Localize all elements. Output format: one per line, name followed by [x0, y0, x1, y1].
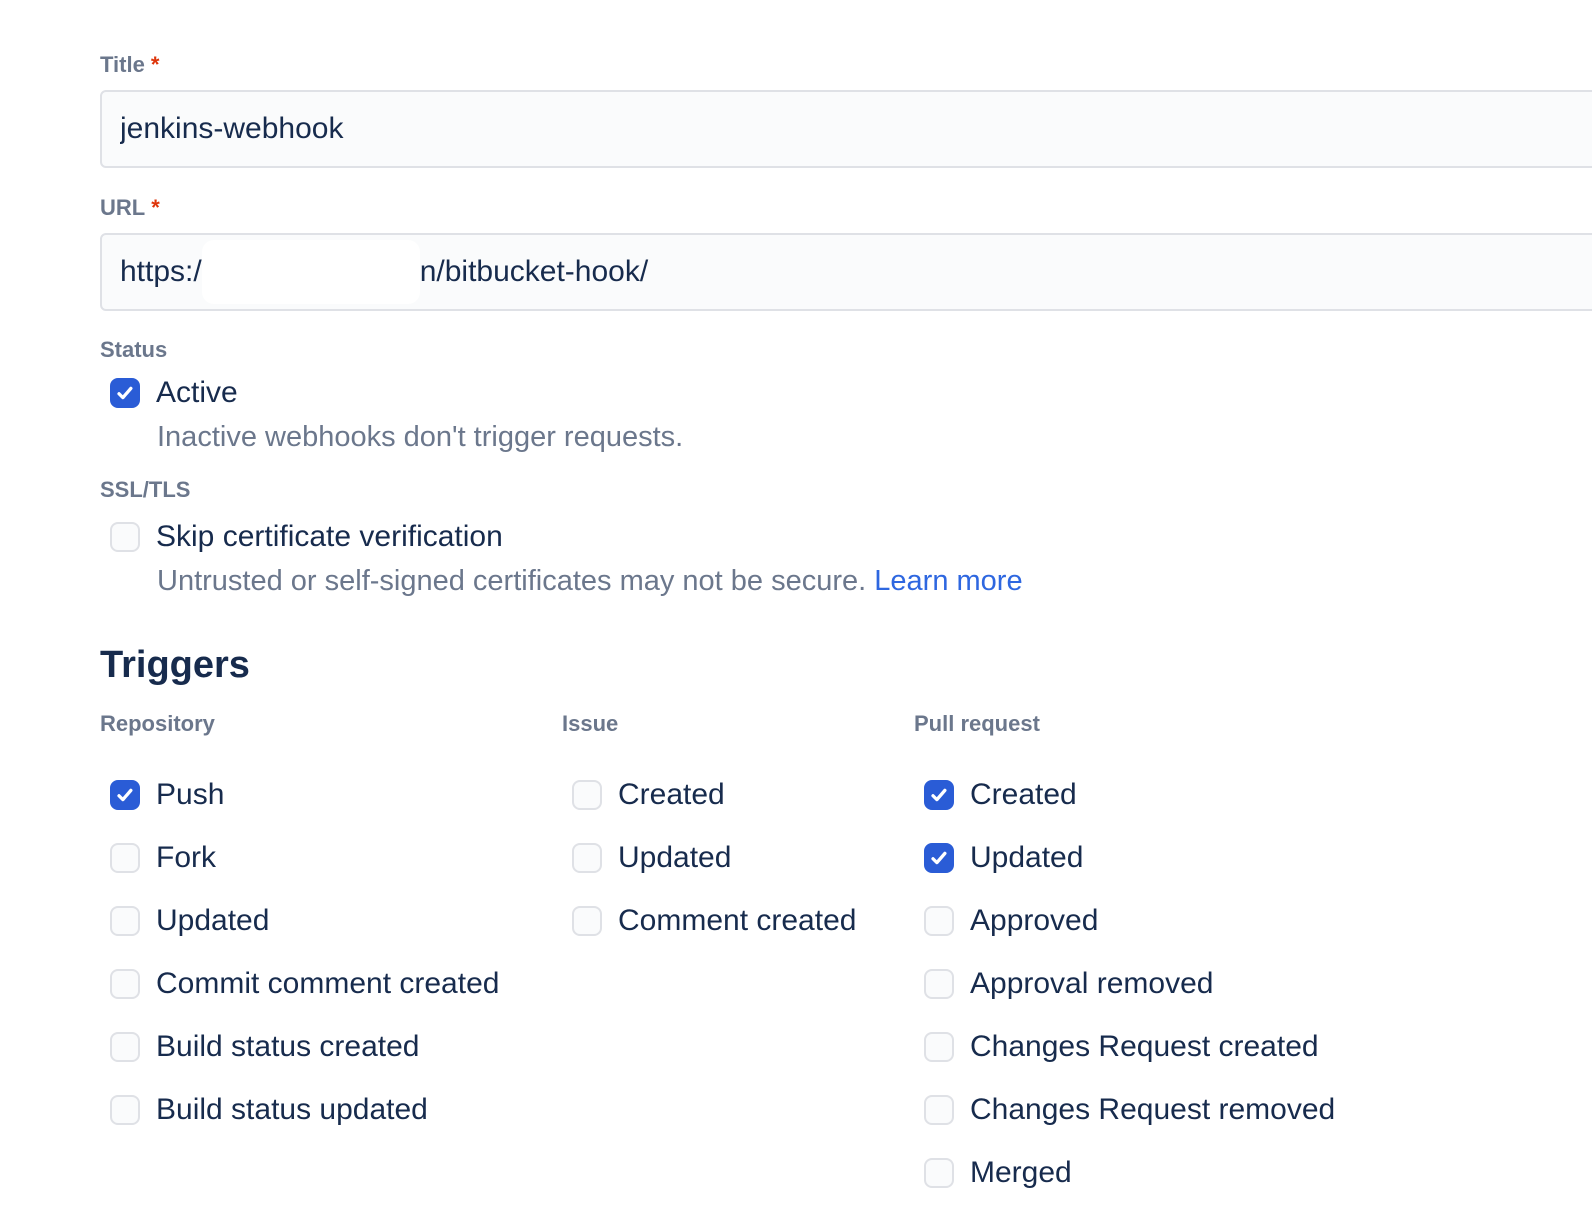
repository-commit-comment-created-label: Commit comment created [156, 966, 499, 1002]
repository-fork-checkbox[interactable] [110, 843, 140, 873]
redacted-url-segment [202, 240, 420, 304]
url-label: URL * [100, 196, 1592, 220]
ssl-tls-label: SSL/TLS [100, 478, 1592, 502]
pull-request-merged-checkbox[interactable] [924, 1158, 954, 1188]
checkmark-icon [929, 848, 949, 868]
url-value-prefix: https:/ [120, 255, 202, 289]
active-checkbox[interactable] [110, 378, 140, 408]
skip-cert-verification-label: Skip certificate verification [156, 519, 503, 555]
pull-request-approval-removed-label: Approval removed [970, 966, 1213, 1002]
checkmark-icon [115, 383, 135, 403]
status-section: Status Active Inactive webhooks don't tr… [100, 338, 1592, 454]
pull-request-approval-removed-row[interactable]: Approval removed [914, 965, 1592, 1003]
title-label: Title * [100, 53, 1592, 77]
title-input[interactable] [100, 90, 1592, 168]
repository-build-status-updated-checkbox[interactable] [110, 1095, 140, 1125]
pull-request-column: Pull request Created Updated Approved [914, 712, 1592, 1208]
ssl-tls-section: SSL/TLS Skip certificate verification Un… [100, 478, 1592, 598]
skip-cert-verification-row[interactable]: Skip certificate verification [100, 518, 1592, 556]
issue-comment-created-label: Comment created [618, 903, 856, 939]
pull-request-changes-request-removed-checkbox[interactable] [924, 1095, 954, 1125]
repository-build-status-updated-row[interactable]: Build status updated [100, 1091, 562, 1129]
learn-more-link[interactable]: Learn more [874, 565, 1022, 597]
issue-updated-checkbox[interactable] [572, 843, 602, 873]
title-required-asterisk: * [151, 53, 160, 77]
pull-request-created-row[interactable]: Created [914, 776, 1592, 814]
repository-column-header: Repository [100, 712, 562, 736]
pull-request-created-label: Created [970, 777, 1077, 813]
url-required-asterisk: * [151, 196, 160, 220]
status-helper-text: Inactive webhooks don't trigger requests… [100, 420, 1592, 454]
issue-created-row[interactable]: Created [562, 776, 914, 814]
pull-request-approved-label: Approved [970, 903, 1098, 939]
webhook-settings-form: Title * URL * https:/ n/bitbucket-hook/ … [0, 0, 1592, 1208]
pull-request-merged-row[interactable]: Merged [914, 1154, 1592, 1192]
pull-request-changes-request-created-label: Changes Request created [970, 1029, 1319, 1065]
triggers-heading: Triggers [100, 642, 1592, 688]
issue-column-header: Issue [562, 712, 914, 736]
repository-commit-comment-created-row[interactable]: Commit comment created [100, 965, 562, 1003]
title-label-text: Title [100, 53, 145, 77]
pull-request-updated-row[interactable]: Updated [914, 839, 1592, 877]
issue-created-label: Created [618, 777, 725, 813]
ssl-helper-text: Untrusted or self-signed certificates ma… [100, 564, 1592, 598]
repository-column: Repository Push Fork Updated [100, 712, 562, 1208]
url-value-suffix: n/bitbucket-hook/ [420, 255, 648, 289]
pull-request-changes-request-created-checkbox[interactable] [924, 1032, 954, 1062]
pull-request-merged-label: Merged [970, 1155, 1072, 1191]
url-label-text: URL [100, 196, 145, 220]
repository-push-row[interactable]: Push [100, 776, 562, 814]
pull-request-approval-removed-checkbox[interactable] [924, 969, 954, 999]
repository-build-status-updated-label: Build status updated [156, 1092, 428, 1128]
repository-updated-label: Updated [156, 903, 269, 939]
pull-request-created-checkbox[interactable] [924, 780, 954, 810]
pull-request-changes-request-removed-label: Changes Request removed [970, 1092, 1335, 1128]
active-checkbox-label: Active [156, 375, 238, 411]
repository-fork-label: Fork [156, 840, 216, 876]
pull-request-approved-checkbox[interactable] [924, 906, 954, 936]
repository-fork-row[interactable]: Fork [100, 839, 562, 877]
repository-updated-checkbox[interactable] [110, 906, 140, 936]
url-field-group: URL * https:/ n/bitbucket-hook/ [100, 196, 1592, 311]
pull-request-changes-request-removed-row[interactable]: Changes Request removed [914, 1091, 1592, 1129]
issue-comment-created-checkbox[interactable] [572, 906, 602, 936]
skip-cert-verification-checkbox[interactable] [110, 522, 140, 552]
pull-request-changes-request-created-row[interactable]: Changes Request created [914, 1028, 1592, 1066]
url-input[interactable]: https:/ n/bitbucket-hook/ [100, 233, 1592, 311]
repository-build-status-created-label: Build status created [156, 1029, 419, 1065]
pull-request-column-header: Pull request [914, 712, 1592, 736]
triggers-grid: Repository Push Fork Updated [100, 712, 1592, 1208]
active-checkbox-row[interactable]: Active [100, 374, 1592, 412]
pull-request-updated-checkbox[interactable] [924, 843, 954, 873]
repository-build-status-created-checkbox[interactable] [110, 1032, 140, 1062]
issue-column: Issue Created Updated Comment created [562, 712, 914, 1208]
pull-request-updated-label: Updated [970, 840, 1083, 876]
pull-request-approved-row[interactable]: Approved [914, 902, 1592, 940]
repository-build-status-created-row[interactable]: Build status created [100, 1028, 562, 1066]
checkmark-icon [929, 785, 949, 805]
ssl-helper-sentence: Untrusted or self-signed certificates ma… [157, 565, 866, 597]
checkmark-icon [115, 785, 135, 805]
status-label: Status [100, 338, 1592, 362]
repository-push-checkbox[interactable] [110, 780, 140, 810]
repository-push-label: Push [156, 777, 224, 813]
issue-comment-created-row[interactable]: Comment created [562, 902, 914, 940]
issue-created-checkbox[interactable] [572, 780, 602, 810]
issue-updated-row[interactable]: Updated [562, 839, 914, 877]
repository-commit-comment-created-checkbox[interactable] [110, 969, 140, 999]
repository-updated-row[interactable]: Updated [100, 902, 562, 940]
title-field-group: Title * [100, 53, 1592, 168]
issue-updated-label: Updated [618, 840, 731, 876]
